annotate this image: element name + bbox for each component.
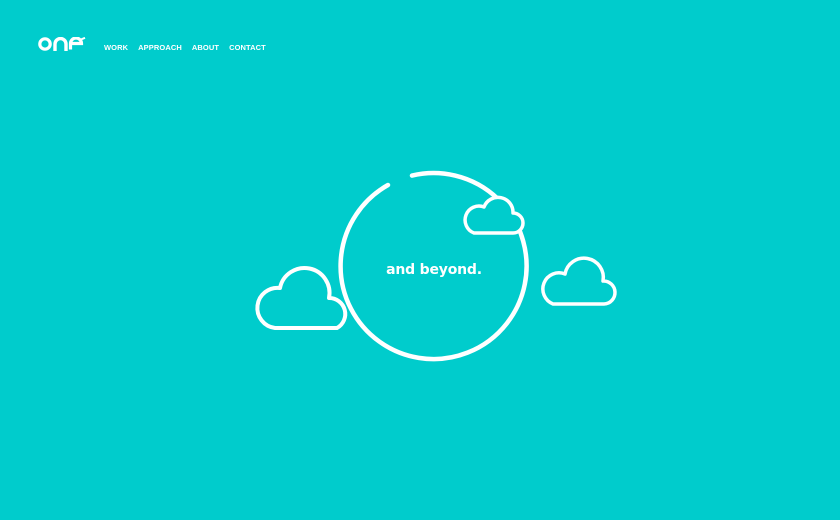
cloud-left-icon [255, 266, 348, 330]
hero-tagline: and beyond. [386, 262, 482, 278]
cloud-right-icon [541, 256, 617, 306]
page-background: WORK APPROACH ABOUT CONTACT and beyond. [0, 0, 840, 520]
cloud-top-right-icon [463, 195, 525, 235]
